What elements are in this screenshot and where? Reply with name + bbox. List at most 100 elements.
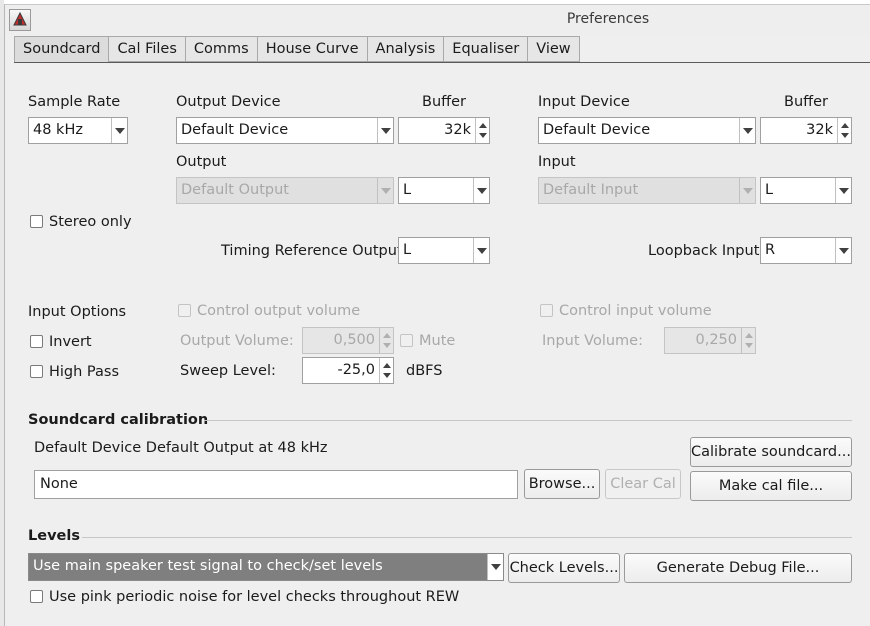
chevron-down-icon[interactable]	[487, 554, 503, 580]
input-buffer-spinner[interactable]: 32k	[760, 117, 852, 144]
checkbox-icon	[178, 304, 191, 317]
input-volume-label: Input Volume:	[542, 333, 643, 349]
input-volume-spinner[interactable]: 0,250	[664, 327, 756, 354]
mute-checkbox[interactable]: Mute	[400, 332, 455, 350]
checkbox-icon	[540, 304, 553, 317]
sweep-level-spinner[interactable]: -25,0	[302, 357, 394, 384]
window-title: Preferences	[566, 11, 650, 27]
control-output-volume-checkbox[interactable]: Control output volume	[178, 302, 360, 320]
output-channel-select[interactable]: L	[398, 177, 490, 204]
checkbox-icon[interactable]	[30, 215, 43, 228]
chevron-down-icon	[377, 178, 393, 203]
output-buffer-label: Buffer	[422, 94, 467, 110]
timing-reference-select[interactable]: L	[398, 237, 490, 264]
spinner-arrows-icon[interactable]	[379, 358, 393, 383]
tab-analysis[interactable]: Analysis	[367, 36, 445, 62]
tab-bar: Soundcard Cal Files Comms House Curve An…	[14, 36, 580, 63]
mute-label: Mute	[419, 333, 456, 349]
calibrate-soundcard-button[interactable]: Calibrate soundcard...	[690, 437, 852, 467]
chevron-down-icon[interactable]	[739, 118, 755, 143]
pink-noise-checkbox[interactable]: Use pink periodic noise for level checks…	[30, 588, 459, 606]
spinner-arrows-icon	[379, 328, 393, 353]
high-pass-checkbox[interactable]: High Pass	[30, 363, 119, 381]
chevron-down-icon[interactable]	[835, 238, 851, 263]
output-channel-value: L	[403, 182, 412, 198]
stereo-only-checkbox[interactable]: Stereo only	[30, 213, 132, 231]
checkbox-icon[interactable]	[30, 335, 43, 348]
levels-mode-value: Use main speaker test signal to check/se…	[33, 558, 383, 574]
tab-soundcard[interactable]: Soundcard	[14, 36, 110, 63]
calibration-heading: Soundcard calibration	[28, 412, 209, 428]
sample-rate-label: Sample Rate	[28, 94, 121, 110]
output-device-channel-value: Default Output	[181, 182, 289, 198]
tab-cal-files[interactable]: Cal Files	[109, 36, 186, 62]
output-device-value: Default Device	[181, 122, 289, 138]
control-output-volume-label: Control output volume	[197, 303, 361, 319]
tab-equaliser[interactable]: Equaliser	[444, 36, 529, 62]
levels-separator	[82, 537, 852, 538]
pink-noise-label: Use pink periodic noise for level checks…	[49, 589, 460, 605]
levels-mode-select[interactable]: Use main speaker test signal to check/se…	[28, 553, 504, 581]
checkbox-icon[interactable]	[30, 590, 43, 603]
input-device-channel-value: Default Input	[543, 182, 639, 198]
make-cal-file-button[interactable]: Make cal file...	[690, 471, 852, 501]
input-device-select[interactable]: Default Device	[538, 117, 756, 144]
output-device-select[interactable]: Default Device	[176, 117, 394, 144]
chevron-down-icon[interactable]	[111, 118, 127, 143]
sample-rate-select[interactable]: 48 kHz	[28, 117, 128, 144]
input-volume-value: 0,250	[695, 332, 737, 348]
sweep-level-value: -25,0	[337, 362, 375, 378]
invert-label: Invert	[49, 334, 92, 350]
output-device-label: Output Device	[176, 94, 281, 110]
tab-comms[interactable]: Comms	[185, 36, 258, 62]
chevron-down-icon[interactable]	[377, 118, 393, 143]
chevron-down-icon[interactable]	[835, 178, 851, 203]
input-channel-select[interactable]: L	[760, 177, 852, 204]
stereo-only-label: Stereo only	[49, 214, 132, 230]
clear-cal-button[interactable]: Clear Cal	[605, 469, 681, 499]
control-input-volume-checkbox[interactable]: Control input volume	[540, 302, 712, 320]
output-volume-value: 0,500	[333, 332, 375, 348]
input-channel-device-select[interactable]: Default Input	[538, 177, 756, 204]
input-buffer-value: 32k	[806, 122, 833, 138]
input-label: Input	[538, 154, 576, 170]
calibration-description: Default Device Default Output at 48 kHz	[34, 440, 328, 456]
loopback-input-select[interactable]: R	[760, 237, 852, 264]
loopback-input-label: Loopback Input	[648, 243, 760, 259]
calibration-separator	[204, 420, 852, 421]
input-buffer-label: Buffer	[784, 94, 829, 110]
levels-heading: Levels	[28, 528, 80, 544]
control-input-volume-label: Control input volume	[559, 303, 712, 319]
chevron-down-icon[interactable]	[473, 238, 489, 263]
output-label: Output	[176, 154, 227, 170]
spinner-arrows-icon[interactable]	[475, 118, 489, 143]
title-bar: Preferences	[5, 5, 870, 35]
checkbox-icon	[400, 334, 413, 347]
timing-reference-label: Timing Reference Output	[221, 243, 403, 259]
input-device-value: Default Device	[543, 122, 651, 138]
high-pass-label: High Pass	[49, 364, 120, 380]
sweep-level-unit: dBFS	[406, 363, 443, 379]
browse-button[interactable]: Browse...	[524, 469, 600, 499]
output-buffer-spinner[interactable]: 32k	[398, 117, 490, 144]
output-volume-label: Output Volume:	[180, 333, 294, 349]
chevron-down-icon	[739, 178, 755, 203]
sample-rate-value: 48 kHz	[33, 122, 83, 138]
spinner-arrows-icon	[741, 328, 755, 353]
checkbox-icon[interactable]	[30, 365, 43, 378]
generate-debug-file-button[interactable]: Generate Debug File...	[624, 553, 852, 583]
check-levels-button[interactable]: Check Levels...	[508, 553, 620, 583]
sweep-level-label: Sweep Level:	[180, 363, 276, 379]
invert-checkbox[interactable]: Invert	[30, 333, 92, 351]
tab-view[interactable]: View	[528, 36, 580, 62]
output-volume-spinner[interactable]: 0,500	[302, 327, 394, 354]
output-channel-device-select[interactable]: Default Output	[176, 177, 394, 204]
input-device-label: Input Device	[538, 94, 630, 110]
spinner-arrows-icon[interactable]	[837, 118, 851, 143]
tab-house-curve[interactable]: House Curve	[257, 36, 368, 62]
chevron-down-icon[interactable]	[473, 178, 489, 203]
cal-file-field[interactable]: None	[34, 470, 518, 499]
output-buffer-value: 32k	[444, 122, 471, 138]
input-options-heading: Input Options	[28, 304, 127, 320]
timing-reference-value: L	[403, 242, 412, 258]
